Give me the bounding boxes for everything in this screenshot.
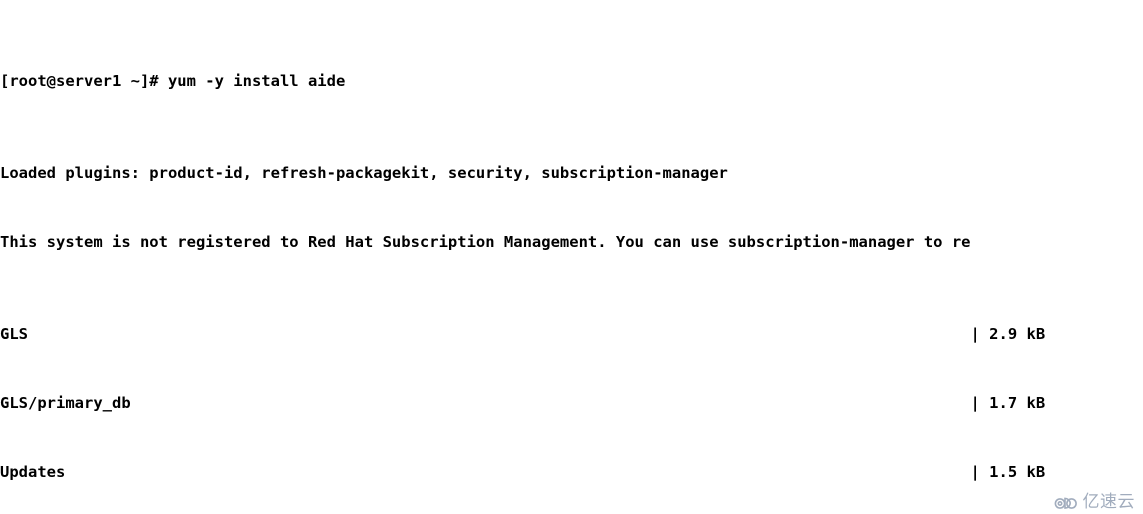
command-prompt-line: [root@server1 ~]# yum -y install aide bbox=[0, 72, 346, 90]
repo-row: Updates | 1.5 kB bbox=[0, 463, 1046, 481]
repo-row: GLS | 2.9 kB bbox=[0, 325, 1046, 343]
repo-row: GLS/primary_db | 1.7 kB bbox=[0, 394, 1046, 412]
output-line-plugins: Loaded plugins: product-id, refresh-pack… bbox=[0, 164, 728, 182]
terminal-screen: [root@server1 ~]# yum -y install aide Lo… bbox=[0, 0, 1143, 514]
terminal-output[interactable]: [root@server1 ~]# yum -y install aide Lo… bbox=[0, 0, 1143, 514]
output-line-registration-warning: This system is not registered to Red Hat… bbox=[0, 233, 971, 251]
